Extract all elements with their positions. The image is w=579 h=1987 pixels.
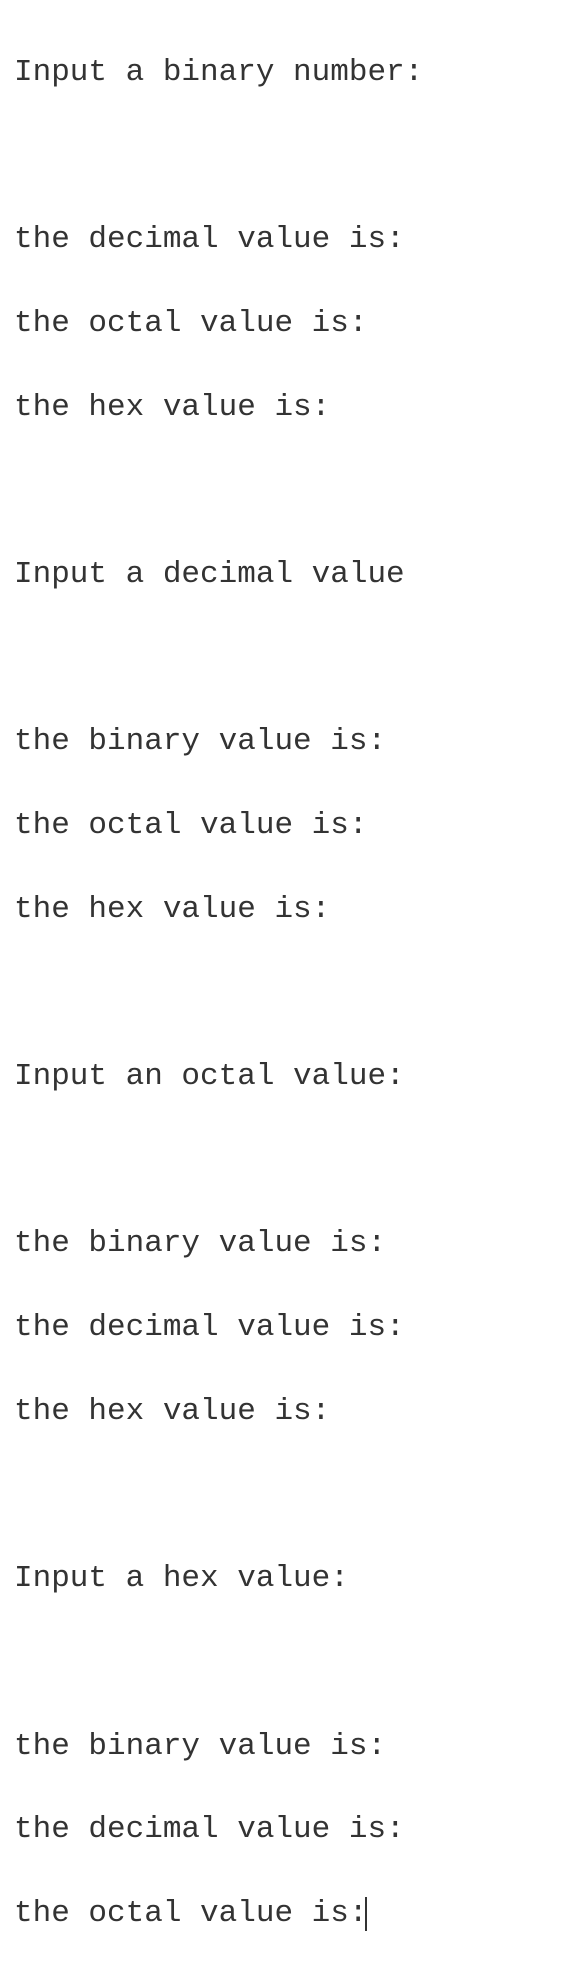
text-cursor-icon bbox=[365, 1897, 367, 1931]
output-decimal: the decimal value is: bbox=[14, 219, 565, 261]
blank-line bbox=[14, 972, 565, 1014]
output-binary: the binary value is: bbox=[14, 721, 565, 763]
blank-line bbox=[14, 1642, 565, 1684]
output-decimal: the decimal value is: bbox=[14, 1307, 565, 1349]
output-octal-with-cursor: the octal value is: bbox=[14, 1893, 565, 1935]
blank-line bbox=[14, 1140, 565, 1182]
output-hex: the hex value is: bbox=[14, 1391, 565, 1433]
blank-line bbox=[14, 638, 565, 680]
output-octal: the octal value is: bbox=[14, 805, 565, 847]
output-binary: the binary value is: bbox=[14, 1223, 565, 1265]
output-octal-text: the octal value is: bbox=[14, 1896, 367, 1931]
prompt-binary: Input a binary number: bbox=[14, 52, 565, 94]
blank-line bbox=[14, 1475, 565, 1517]
blank-line bbox=[14, 470, 565, 512]
output-decimal: the decimal value is: bbox=[14, 1809, 565, 1851]
prompt-decimal: Input a decimal value bbox=[14, 554, 565, 596]
output-binary: the binary value is: bbox=[14, 1726, 565, 1768]
prompt-hex: Input a hex value: bbox=[14, 1558, 565, 1600]
prompt-octal: Input an octal value: bbox=[14, 1056, 565, 1098]
blank-line bbox=[14, 136, 565, 178]
output-hex: the hex value is: bbox=[14, 889, 565, 931]
terminal-output: Input a binary number: the decimal value… bbox=[0, 0, 579, 1987]
output-hex: the hex value is: bbox=[14, 387, 565, 429]
output-octal: the octal value is: bbox=[14, 303, 565, 345]
